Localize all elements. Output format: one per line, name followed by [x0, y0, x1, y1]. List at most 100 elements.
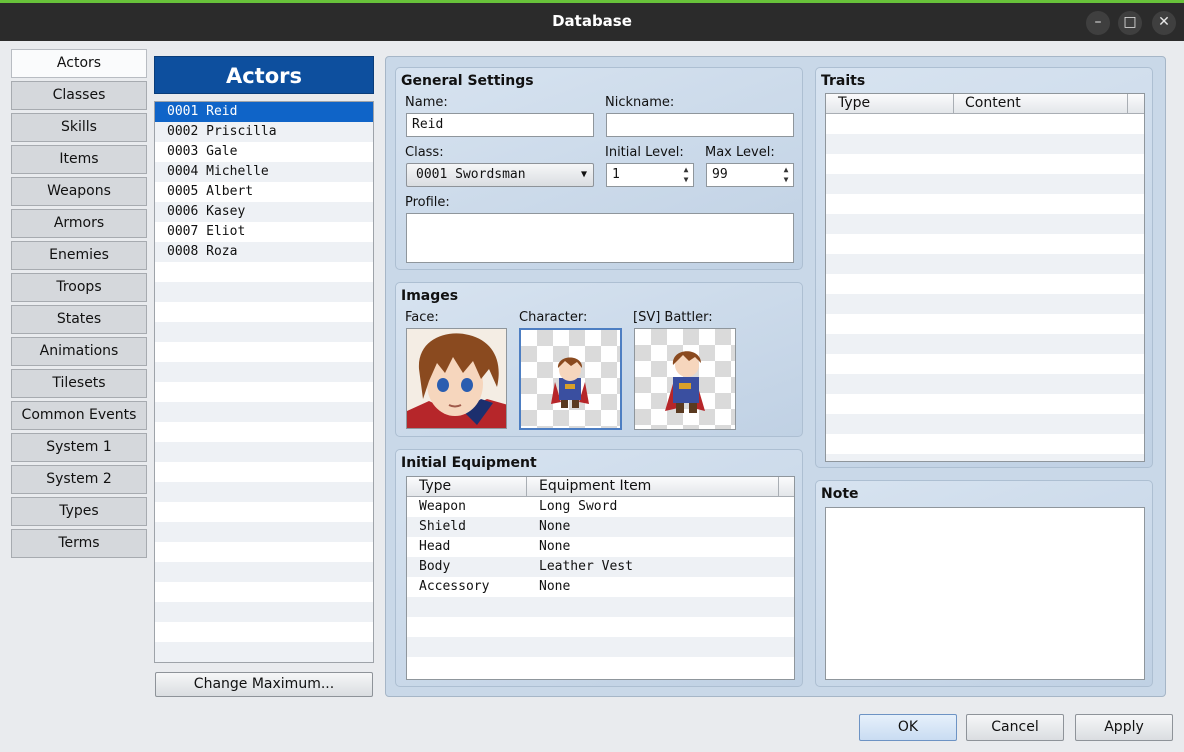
- actor-list-empty-row[interactable]: [155, 362, 373, 382]
- traits-col-content[interactable]: Content: [965, 95, 1021, 111]
- note-field[interactable]: [825, 507, 1145, 680]
- actor-list-item[interactable]: 0002 Priscilla: [155, 122, 373, 142]
- actor-list-empty-row[interactable]: [155, 402, 373, 422]
- traits-row[interactable]: [826, 154, 1144, 174]
- name-field[interactable]: Reid: [406, 113, 594, 137]
- equipment-type-cell: Shield: [419, 519, 466, 534]
- actor-list-item[interactable]: 0006 Kasey: [155, 202, 373, 222]
- equipment-row[interactable]: [407, 637, 794, 657]
- actor-list-empty-row[interactable]: [155, 342, 373, 362]
- actor-list-empty-row[interactable]: [155, 462, 373, 482]
- initial-equipment-group: Initial Equipment Type Equipment Item We…: [395, 449, 803, 687]
- traits-row[interactable]: [826, 274, 1144, 294]
- actor-list-empty-row[interactable]: [155, 482, 373, 502]
- traits-row[interactable]: [826, 374, 1144, 394]
- maximize-button[interactable]: □: [1118, 11, 1142, 35]
- nav-item-weapons[interactable]: Weapons: [11, 177, 147, 206]
- nav-item-common-events[interactable]: Common Events: [11, 401, 147, 430]
- actor-list-empty-row[interactable]: [155, 442, 373, 462]
- ok-button[interactable]: OK: [859, 714, 957, 741]
- equipment-row[interactable]: Weapon Long Sword: [407, 497, 794, 517]
- nav-item-items[interactable]: Items: [11, 145, 147, 174]
- close-button[interactable]: ✕: [1152, 11, 1176, 35]
- character-image[interactable]: [519, 328, 622, 430]
- actor-list-item[interactable]: 0005 Albert: [155, 182, 373, 202]
- spinner-arrows-icon[interactable]: ▲ ▼: [681, 165, 691, 185]
- general-settings-group: General Settings Name: Reid Nickname: Cl…: [395, 67, 803, 270]
- actor-list-empty-row[interactable]: [155, 582, 373, 602]
- traits-row[interactable]: [826, 394, 1144, 414]
- traits-row[interactable]: [826, 334, 1144, 354]
- nav-item-terms[interactable]: Terms: [11, 529, 147, 558]
- nav-item-types[interactable]: Types: [11, 497, 147, 526]
- nav-item-animations[interactable]: Animations: [11, 337, 147, 366]
- equipment-row[interactable]: Head None: [407, 537, 794, 557]
- nav-item-actors[interactable]: Actors: [11, 49, 147, 78]
- change-maximum-button[interactable]: Change Maximum...: [155, 672, 373, 697]
- equipment-col-item[interactable]: Equipment Item: [539, 478, 651, 494]
- actor-list-empty-row[interactable]: [155, 302, 373, 322]
- battler-image[interactable]: [634, 328, 736, 430]
- nav-item-skills[interactable]: Skills: [11, 113, 147, 142]
- traits-row[interactable]: [826, 414, 1144, 434]
- cancel-button[interactable]: Cancel: [966, 714, 1064, 741]
- equipment-row[interactable]: [407, 617, 794, 637]
- profile-field[interactable]: [406, 213, 794, 263]
- actor-list-item[interactable]: 0003 Gale: [155, 142, 373, 162]
- minimize-button[interactable]: –: [1086, 11, 1110, 35]
- nav-item-armors[interactable]: Armors: [11, 209, 147, 238]
- equipment-col-type[interactable]: Type: [419, 478, 451, 494]
- actor-list-empty-row[interactable]: [155, 562, 373, 582]
- apply-button[interactable]: Apply: [1075, 714, 1173, 741]
- actor-list-empty-row[interactable]: [155, 422, 373, 442]
- actor-list-empty-row[interactable]: [155, 502, 373, 522]
- actor-list-empty-row[interactable]: [155, 602, 373, 622]
- class-select[interactable]: 0001 Swordsman ▼: [406, 163, 594, 187]
- nav-item-system-1[interactable]: System 1: [11, 433, 147, 462]
- equipment-row[interactable]: Accessory None: [407, 577, 794, 597]
- traits-row[interactable]: [826, 434, 1144, 454]
- actor-list-empty-row[interactable]: [155, 542, 373, 562]
- traits-row[interactable]: [826, 134, 1144, 154]
- face-image[interactable]: [406, 328, 507, 429]
- nav-item-troops[interactable]: Troops: [11, 273, 147, 302]
- nickname-field[interactable]: [606, 113, 794, 137]
- traits-row[interactable]: [826, 294, 1144, 314]
- nav-item-enemies[interactable]: Enemies: [11, 241, 147, 270]
- max-level-stepper[interactable]: 99 ▲ ▼: [706, 163, 794, 187]
- traits-row[interactable]: [826, 314, 1144, 334]
- equipment-row[interactable]: Body Leather Vest: [407, 557, 794, 577]
- actor-list-empty-row[interactable]: [155, 322, 373, 342]
- actor-list-empty-row[interactable]: [155, 262, 373, 282]
- traits-row[interactable]: [826, 254, 1144, 274]
- actor-list-item[interactable]: 0001 Reid: [155, 102, 373, 122]
- traits-row[interactable]: [826, 214, 1144, 234]
- nav-item-states[interactable]: States: [11, 305, 147, 334]
- actor-list-empty-row[interactable]: [155, 522, 373, 542]
- actor-list-empty-row[interactable]: [155, 622, 373, 642]
- actor-list-item[interactable]: 0008 Roza: [155, 242, 373, 262]
- actors-list[interactable]: 0001 Reid 0002 Priscilla 0003 Gale 0004 Mic…: [154, 101, 374, 663]
- traits-row[interactable]: [826, 454, 1144, 461]
- nav-item-classes[interactable]: Classes: [11, 81, 147, 110]
- equipment-row[interactable]: Shield None: [407, 517, 794, 537]
- nav-item-tilesets[interactable]: Tilesets: [11, 369, 147, 398]
- traits-row[interactable]: [826, 194, 1144, 214]
- initial-level-stepper[interactable]: 1 ▲ ▼: [606, 163, 694, 187]
- actor-list-empty-row[interactable]: [155, 382, 373, 402]
- traits-row[interactable]: [826, 234, 1144, 254]
- actor-list-item[interactable]: 0004 Michelle: [155, 162, 373, 182]
- traits-row[interactable]: [826, 174, 1144, 194]
- traits-table[interactable]: Type Content: [825, 93, 1145, 462]
- traits-row[interactable]: [826, 114, 1144, 134]
- traits-col-type[interactable]: Type: [838, 95, 870, 111]
- equipment-row[interactable]: [407, 657, 794, 677]
- actor-list-item[interactable]: 0007 Eliot: [155, 222, 373, 242]
- actor-list-empty-row[interactable]: [155, 282, 373, 302]
- equipment-row[interactable]: [407, 597, 794, 617]
- spinner-arrows-icon[interactable]: ▲ ▼: [781, 165, 791, 185]
- equipment-table[interactable]: Type Equipment Item Weapon Long Sword Shie…: [406, 476, 795, 680]
- nav-item-system-2[interactable]: System 2: [11, 465, 147, 494]
- traits-row[interactable]: [826, 354, 1144, 374]
- actor-list-empty-row[interactable]: [155, 642, 373, 662]
